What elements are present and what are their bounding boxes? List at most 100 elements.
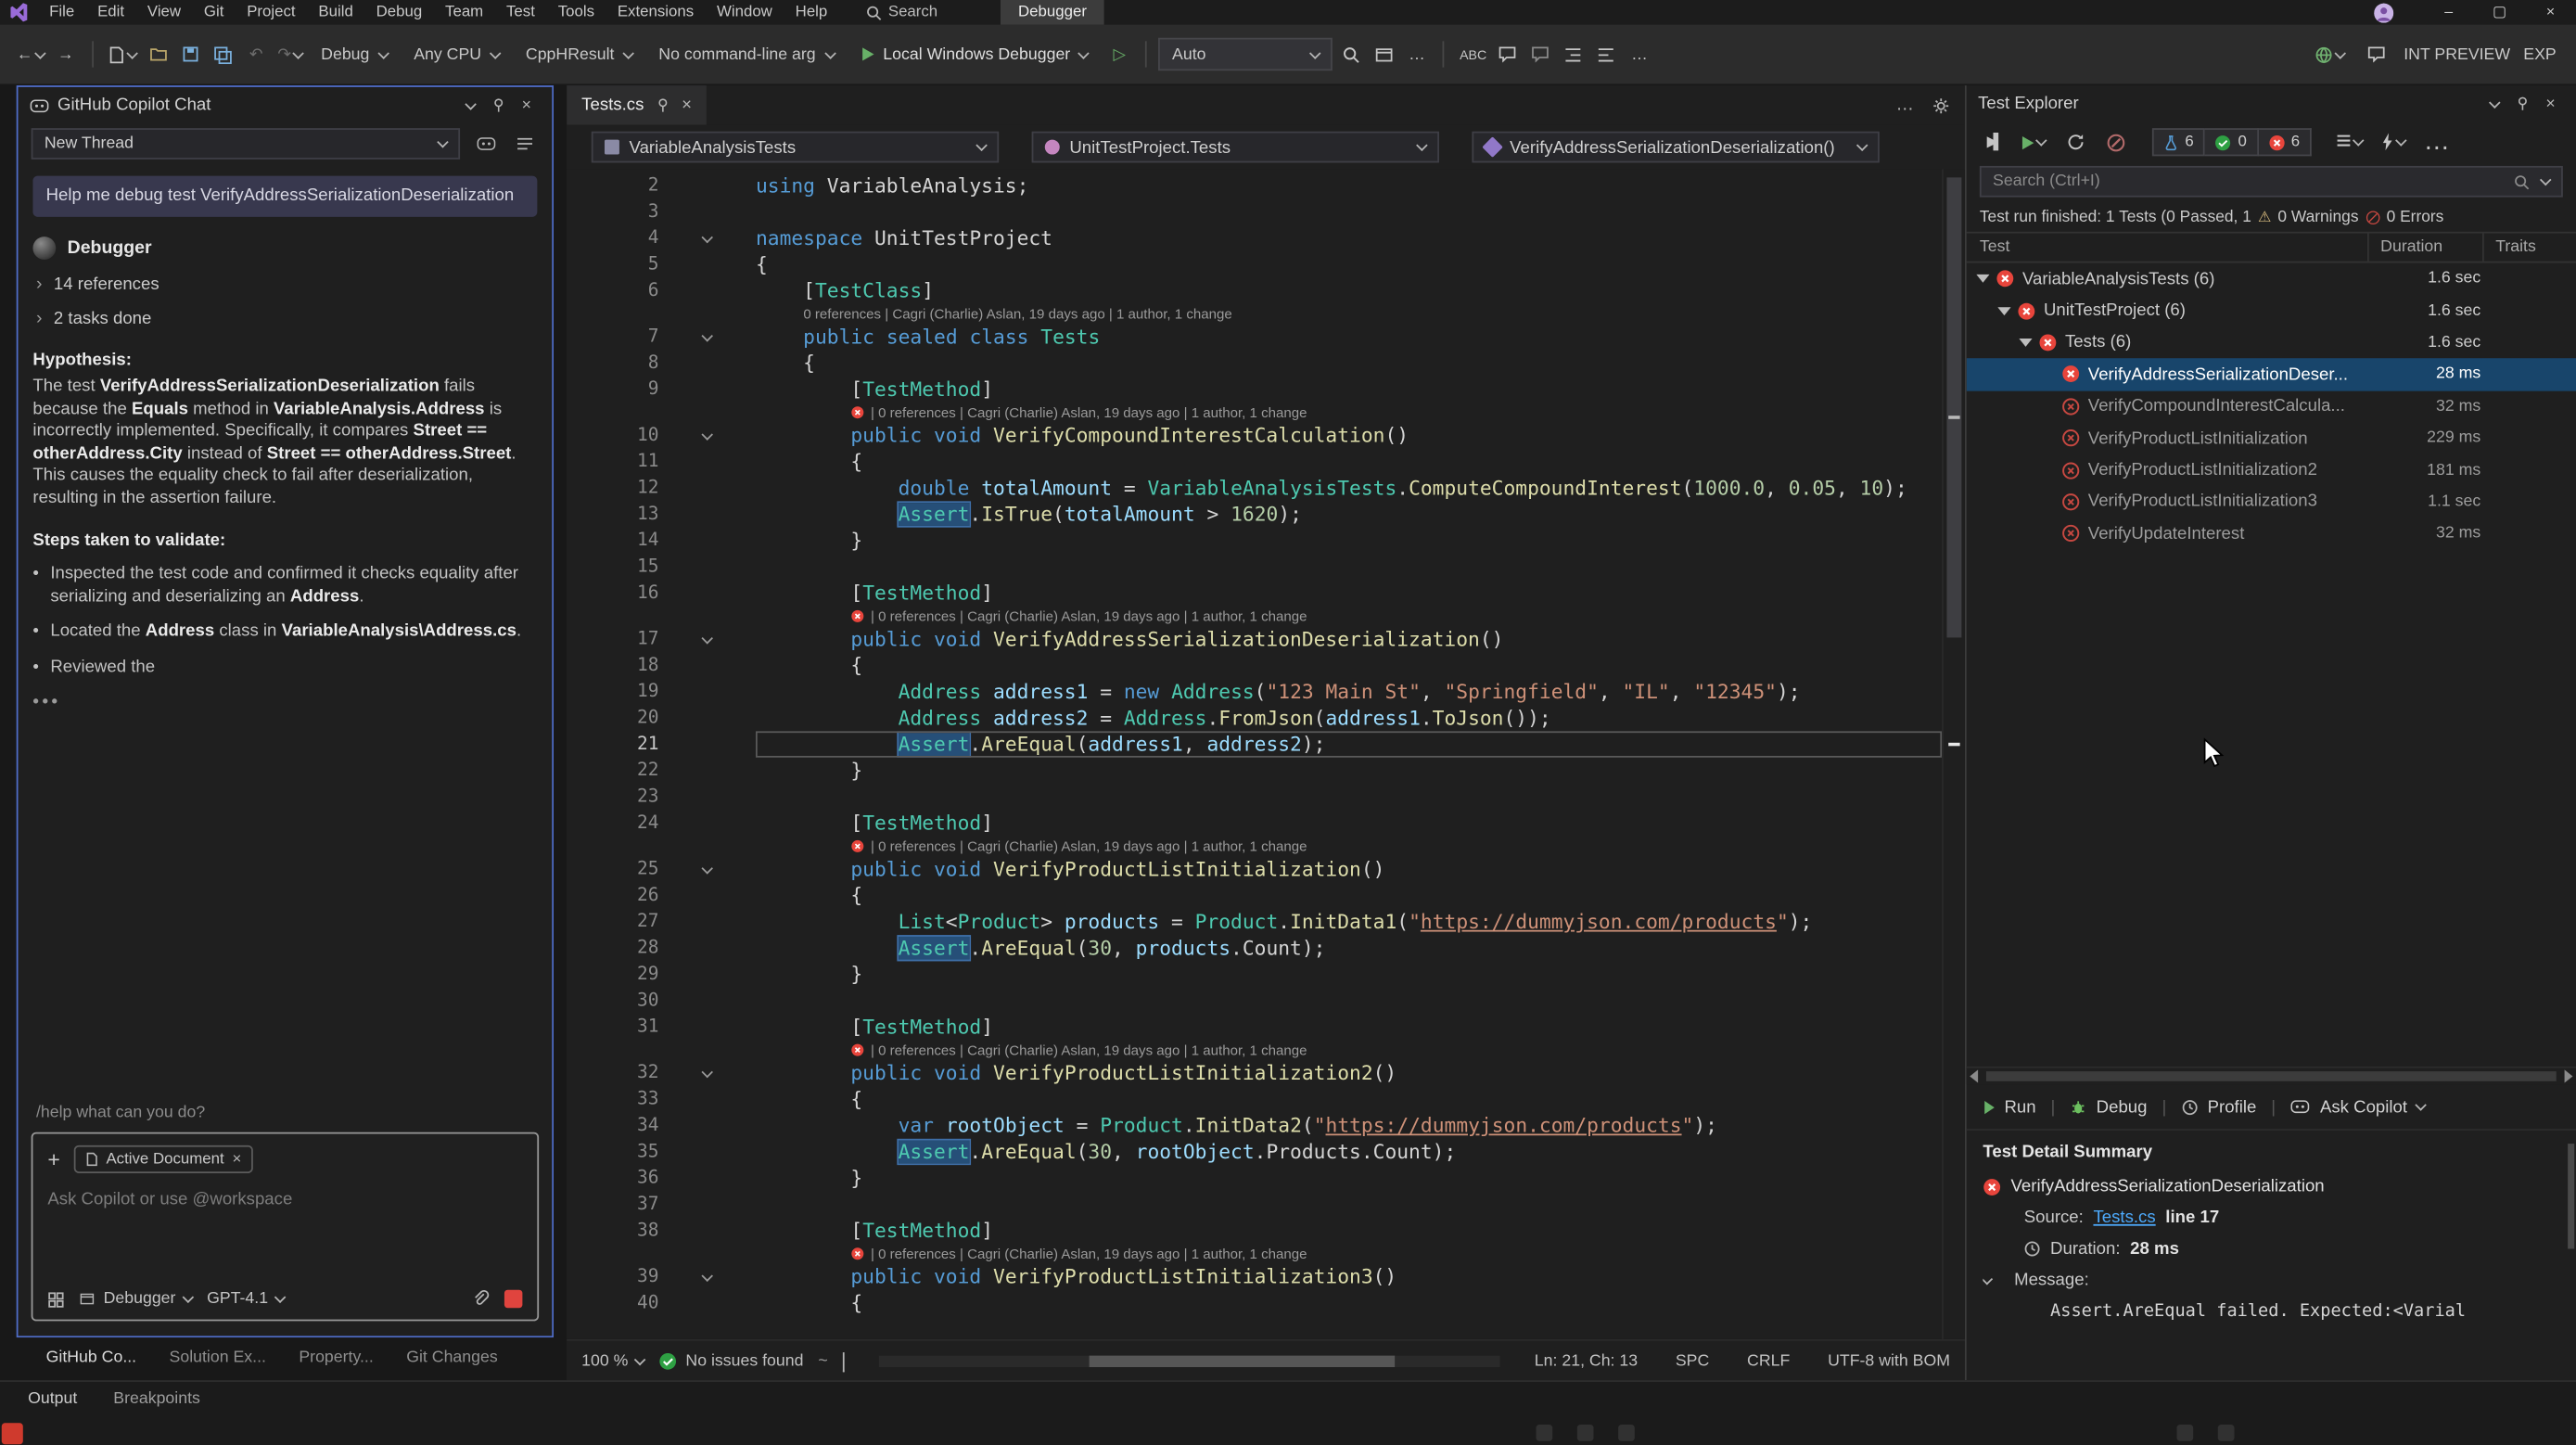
code-text[interactable]: [TestMethod] [756,1014,1942,1040]
code-text[interactable] [756,1191,1942,1217]
code-line-28[interactable]: 28 Assert.AreEqual(30, products.Count); [567,935,1942,961]
code-line-30[interactable]: 30 [567,988,1942,1014]
test-tree-row-5[interactable]: VerifyProductListInitialization229 ms [1967,422,2576,454]
line-number[interactable]: 11 [567,449,658,475]
line-number[interactable]: 32 [567,1060,658,1086]
test-tree-row-1[interactable]: UnitTestProject (6)1.6 sec [1967,295,2576,326]
source-link[interactable]: Tests.cs [2093,1208,2155,1227]
code-line-3[interactable]: 3 [567,198,1942,224]
code-text[interactable]: public void VerifyProductListInitializat… [756,1263,1942,1289]
close-panel-icon[interactable]: × [2536,95,2564,112]
line-number[interactable]: 34 [567,1112,658,1138]
code-line-10[interactable]: 10 public void VerifyCompoundInterestCal… [567,422,1942,448]
code-text[interactable]: { [756,652,1942,678]
attach-file-icon[interactable] [471,1290,489,1308]
code-line-35[interactable]: 35 Assert.AreEqual(30, rootObject.Produc… [567,1139,1942,1165]
column-test[interactable]: Test [1967,234,2369,262]
titlebar-search[interactable]: Search [865,4,937,21]
tab-github-copilot[interactable]: GitHub Co... [30,1337,153,1380]
search-options-chevron-icon[interactable] [2540,174,2552,186]
test-tree-row-0[interactable]: VariableAnalysisTests (6)1.6 sec [1967,262,2576,294]
line-number[interactable]: 7 [567,324,658,350]
menu-debug[interactable]: Debug [364,0,433,25]
fold-margin[interactable] [658,1263,756,1289]
line-number[interactable]: 16 [567,580,658,606]
line-number[interactable]: 20 [567,705,658,731]
code-line-37[interactable]: 37 [567,1191,1942,1217]
line-number[interactable]: 29 [567,961,658,987]
code-line-6[interactable]: 6 [TestClass] [567,277,1942,303]
expand-arrow-icon[interactable] [1976,275,1989,283]
cancel-run-icon[interactable]: ⊘ [2101,126,2131,159]
code-line-21[interactable]: 21 Assert.AreEqual(address1, address2); [567,731,1942,757]
watch-mode-dropdown[interactable]: Auto [1159,38,1333,70]
code-editor[interactable]: 2using VariableAnalysis;34namespace Unit… [567,169,1965,1338]
code-text[interactable]: [TestMethod] [756,810,1942,836]
panel-splitter[interactable] [554,85,567,1380]
code-text[interactable] [756,784,1942,810]
code-line-26[interactable]: 26 { [567,882,1942,908]
tab-tests-cs[interactable]: Tests.cs × [567,85,707,125]
code-text[interactable]: Address address1 = new Address("123 Main… [756,679,1942,705]
line-number[interactable]: 35 [567,1139,658,1165]
code-line-27[interactable]: 27 List<Product> products = Product.Init… [567,909,1942,935]
browser-link-icon[interactable] [2312,38,2348,70]
menu-window[interactable]: Window [706,0,784,25]
code-text[interactable]: { [756,1086,1942,1112]
add-context-button[interactable]: + [47,1149,59,1169]
save-icon[interactable] [176,38,206,70]
line-number[interactable]: 37 [567,1191,658,1217]
code-line-39[interactable]: 39 public void VerifyProductListInitiali… [567,1263,1942,1289]
run-test-button[interactable]: Run [1984,1097,2035,1117]
codelens-row[interactable]: | 0 references | Cagri (Charlie) Aslan, … [567,837,1942,856]
codelens-row[interactable]: | 0 references | Cagri (Charlie) Aslan, … [567,403,1942,422]
code-line-15[interactable]: 15 [567,554,1942,580]
code-line-18[interactable]: 18 { [567,652,1942,678]
user-avatar[interactable] [2374,3,2393,22]
code-text[interactable]: [TestClass] [756,277,1942,303]
code-line-22[interactable]: 22 } [567,758,1942,784]
line-number[interactable]: 8 [567,350,658,376]
code-text[interactable]: Assert.AreEqual(address1, address2); [756,731,1942,757]
navigate-forward-icon[interactable]: → [51,38,81,70]
minimize-button[interactable]: – [2423,0,2474,25]
line-number[interactable]: 31 [567,1014,658,1040]
edit-overflow-icon[interactable]: … [1625,38,1654,70]
code-text[interactable]: [TestMethod] [756,377,1942,403]
group-by-icon[interactable]: ≡ [2333,126,2366,159]
test-tree-row-6[interactable]: VerifyProductListInitialization2181 ms [1967,454,2576,486]
line-number[interactable]: 17 [567,626,658,652]
code-text[interactable]: { [756,1290,1942,1316]
code-line-25[interactable]: 25 public void VerifyProductListInitiali… [567,856,1942,882]
line-number[interactable]: 23 [567,784,658,810]
codelens-row[interactable]: | 0 references | Cagri (Charlie) Aslan, … [567,1040,1942,1059]
line-number[interactable]: 21 [567,731,658,757]
menu-edit[interactable]: Edit [86,0,136,25]
active-document-chip[interactable]: Active Document × [73,1145,253,1173]
toolbar-overflow-icon[interactable]: … [1402,38,1432,70]
space-indicator[interactable]: SPC [1676,1351,1709,1369]
close-button[interactable]: × [2525,0,2576,25]
line-number[interactable]: 22 [567,758,658,784]
code-text[interactable]: { [756,882,1942,908]
editor-vertical-scrollbar[interactable] [1942,169,1965,1338]
line-number[interactable]: 6 [567,277,658,303]
code-line-29[interactable]: 29 } [567,961,1942,987]
mode-selector[interactable]: Debugger [79,1290,192,1308]
code-text[interactable]: public void VerifyAddressSerializationDe… [756,626,1942,652]
code-text[interactable]: } [756,758,1942,784]
tab-git-changes[interactable]: Git Changes [389,1337,514,1380]
breadcrumb-method[interactable]: VerifyAddressSerializationDeserializatio… [1472,132,1879,163]
code-line-7[interactable]: 7 public sealed class Tests [567,324,1942,350]
failed-tests-badge[interactable]: 6 [2258,128,2311,156]
open-folder-icon[interactable] [143,38,172,70]
code-text[interactable]: public void VerifyCompoundInterestCalcul… [756,422,1942,448]
line-number[interactable]: 24 [567,810,658,836]
menu-git[interactable]: Git [192,0,235,25]
code-line-14[interactable]: 14 } [567,528,1942,554]
thread-selector[interactable]: New Thread [32,128,460,160]
scrollbar-thumb[interactable] [1090,1355,1394,1366]
code-line-16[interactable]: 16 [TestMethod] [567,580,1942,606]
menu-help[interactable]: Help [784,0,838,25]
line-number[interactable]: 14 [567,528,658,554]
